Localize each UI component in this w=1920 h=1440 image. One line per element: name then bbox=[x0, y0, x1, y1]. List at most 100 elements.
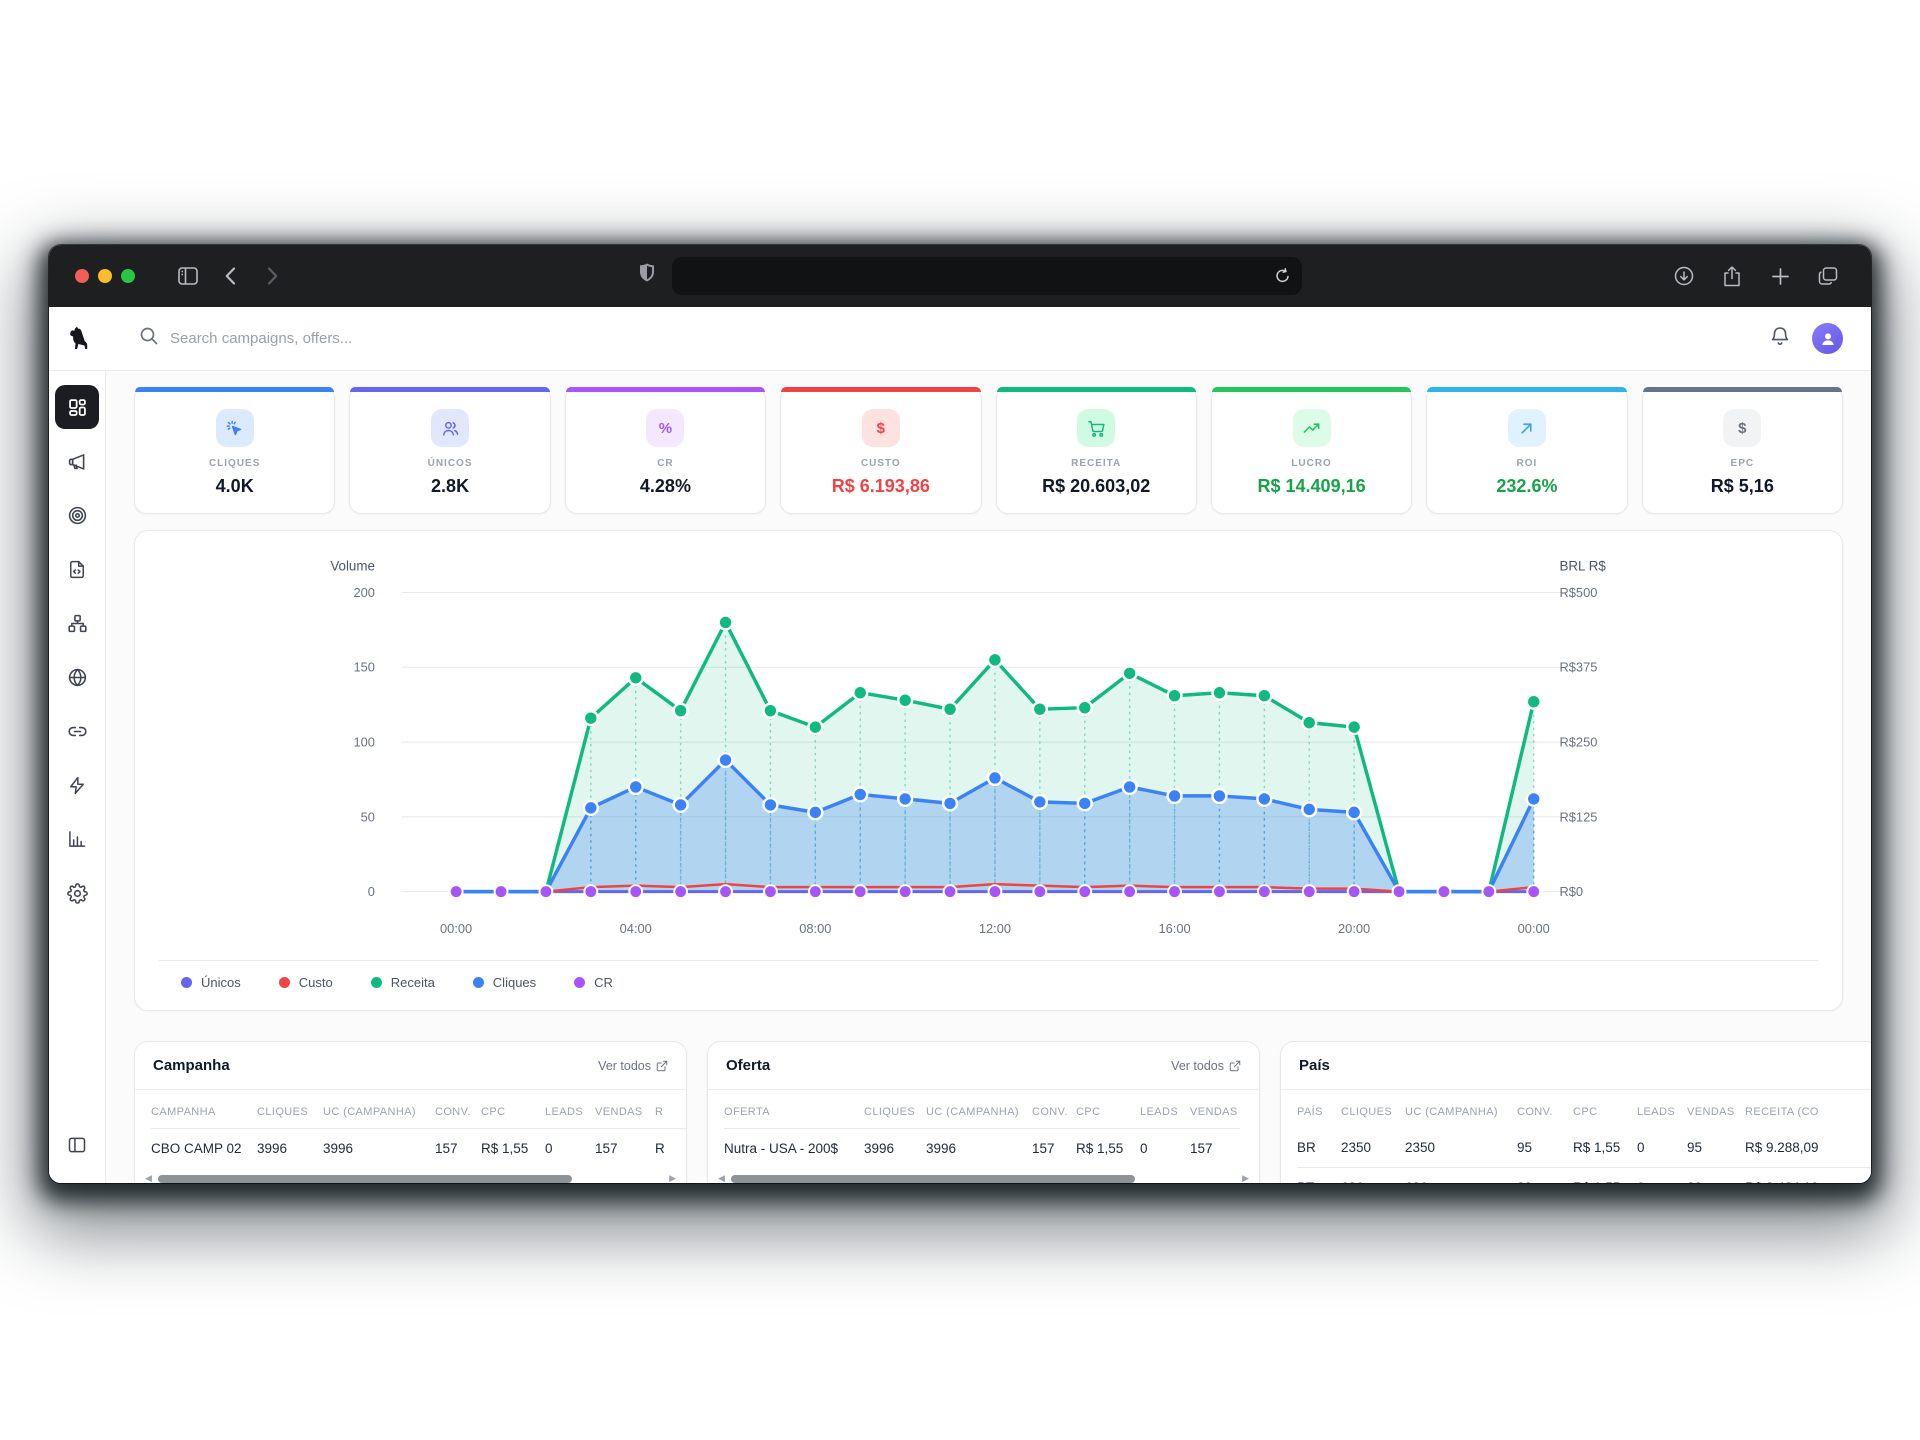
table-cell: R$ 1,55 bbox=[1573, 1128, 1637, 1168]
kpi-card-cliques: CLIQUES4.0K bbox=[134, 387, 335, 514]
kpi-card-custo: $CUSTOR$ 6.193,86 bbox=[780, 387, 981, 514]
table-cell: 3996 bbox=[926, 1129, 1032, 1169]
table-cell: 95 bbox=[1687, 1128, 1745, 1168]
forward-icon[interactable] bbox=[255, 261, 289, 291]
avatar[interactable] bbox=[1812, 323, 1843, 354]
cart-icon bbox=[1077, 409, 1115, 447]
sidebar-item-sitemap[interactable] bbox=[55, 601, 99, 645]
share-icon[interactable] bbox=[1715, 261, 1749, 291]
pais-table-title: País bbox=[1299, 1057, 1330, 1074]
horizontal-scrollbar[interactable]: ◀▶ bbox=[135, 1168, 686, 1183]
external-link-icon bbox=[656, 1060, 668, 1072]
legend-dot bbox=[279, 977, 290, 988]
tables-row: CampanhaVer todosCAMPANHACLIQUESUC (CAMP… bbox=[134, 1041, 1843, 1183]
dog-logo[interactable] bbox=[49, 326, 106, 352]
new-tab-icon[interactable] bbox=[1763, 261, 1797, 291]
sidebar-item-target[interactable] bbox=[55, 493, 99, 537]
users-icon bbox=[431, 409, 469, 447]
svg-text:100: 100 bbox=[353, 735, 374, 750]
sidebar-item-file-code[interactable] bbox=[55, 547, 99, 591]
table-cell: R bbox=[655, 1129, 686, 1169]
column-header: VENDAS bbox=[1687, 1094, 1745, 1128]
table-row[interactable]: CBO CAMP 0239963996157R$ 1,550157R bbox=[151, 1129, 686, 1169]
kpi-label: LUCRO bbox=[1222, 458, 1401, 469]
oferta-ver-todos-link[interactable]: Ver todos bbox=[1171, 1059, 1241, 1073]
sidebar-item-zap[interactable] bbox=[55, 763, 99, 807]
bar-chart-icon bbox=[67, 829, 87, 849]
table-cell: 2350 bbox=[1405, 1128, 1517, 1168]
pais-table: PAÍSCLIQUESUC (CAMPANHA)CONV.CPCLEADSVEN… bbox=[1297, 1094, 1871, 1183]
sidebar-toggle-icon[interactable] bbox=[171, 261, 205, 291]
bell-icon[interactable] bbox=[1770, 326, 1790, 352]
scroll-right-arrow[interactable]: ▶ bbox=[669, 1174, 676, 1183]
horizontal-scrollbar[interactable]: ◀▶ bbox=[708, 1168, 1259, 1183]
external-link-icon bbox=[1229, 1060, 1241, 1072]
table-row[interactable]: Nutra - USA - 200$39963996157R$ 1,550157 bbox=[724, 1129, 1240, 1169]
scrollbar-track[interactable] bbox=[158, 1175, 663, 1183]
legend-item-únicos[interactable]: Únicos bbox=[181, 975, 241, 990]
legend-item-cr[interactable]: CR bbox=[574, 975, 613, 990]
scrollbar-thumb[interactable] bbox=[731, 1175, 1135, 1183]
svg-text:Volume: Volume bbox=[330, 559, 375, 574]
reload-icon[interactable] bbox=[1275, 261, 1290, 291]
table-cell: CBO CAMP 02 bbox=[151, 1129, 257, 1169]
table-cell: R$ 1,55 bbox=[481, 1129, 545, 1169]
cursor-click-icon bbox=[216, 409, 254, 447]
privacy-shield-icon[interactable] bbox=[630, 257, 664, 287]
kpi-card-roi: ROI232.6% bbox=[1426, 387, 1627, 514]
kpi-value: R$ 20.603,02 bbox=[1007, 476, 1186, 497]
ver-todos-label: Ver todos bbox=[1171, 1059, 1224, 1073]
table-cell: R$ 1,55 bbox=[1573, 1168, 1637, 1184]
svg-text:R$0: R$0 bbox=[1559, 884, 1583, 899]
sidebar-item-megaphone[interactable] bbox=[55, 439, 99, 483]
zoom-window-button[interactable] bbox=[121, 269, 135, 283]
legend-item-custo[interactable]: Custo bbox=[279, 975, 333, 990]
app-sidebar bbox=[49, 371, 106, 1183]
svg-text:12:00: 12:00 bbox=[979, 921, 1011, 936]
table-row[interactable]: BR2350235095R$ 1,55095R$ 9.288,09 bbox=[1297, 1128, 1871, 1168]
column-header: CAMPANHA bbox=[151, 1094, 257, 1129]
legend-dot bbox=[473, 977, 484, 988]
svg-text:00:00: 00:00 bbox=[1518, 921, 1550, 936]
campanha-table: CAMPANHACLIQUESUC (CAMPANHA)CONV.CPCLEAD… bbox=[151, 1094, 686, 1168]
scroll-left-arrow[interactable]: ◀ bbox=[718, 1174, 725, 1183]
search-icon bbox=[140, 327, 158, 350]
legend-item-receita[interactable]: Receita bbox=[371, 975, 435, 990]
back-icon[interactable] bbox=[213, 261, 247, 291]
table-cell: Nutra - USA - 200$ bbox=[724, 1129, 864, 1169]
column-header: CONV. bbox=[435, 1094, 481, 1129]
legend-dot bbox=[181, 977, 192, 988]
tab-overview-icon[interactable] bbox=[1811, 261, 1845, 291]
legend-label: Receita bbox=[391, 975, 435, 990]
sidebar-collapse-button[interactable] bbox=[55, 1123, 99, 1167]
legend-dot bbox=[574, 977, 585, 988]
scroll-left-arrow[interactable]: ◀ bbox=[145, 1174, 152, 1183]
legend-item-cliques[interactable]: Cliques bbox=[473, 975, 536, 990]
kpi-value: 4.0K bbox=[145, 476, 324, 497]
scrollbar-track[interactable] bbox=[731, 1175, 1236, 1183]
minimize-window-button[interactable] bbox=[98, 269, 112, 283]
sidebar-item-gear[interactable] bbox=[55, 871, 99, 915]
table-cell: 3996 bbox=[323, 1129, 435, 1169]
scroll-right-arrow[interactable]: ▶ bbox=[1242, 1174, 1249, 1183]
search-input[interactable] bbox=[170, 330, 590, 347]
sidebar-item-bar-chart[interactable] bbox=[55, 817, 99, 861]
sidebar-item-dashboard-grid[interactable] bbox=[55, 385, 99, 429]
close-window-button[interactable] bbox=[75, 269, 89, 283]
sidebar-item-globe[interactable] bbox=[55, 655, 99, 699]
column-header: CPC bbox=[1573, 1094, 1637, 1128]
scrollbar-thumb[interactable] bbox=[158, 1175, 572, 1183]
kpi-card-únicos: ÚNICOS2.8K bbox=[349, 387, 550, 514]
column-header: UC (CAMPANHA) bbox=[1405, 1094, 1517, 1128]
sidebar-item-link[interactable] bbox=[55, 709, 99, 753]
target-icon bbox=[67, 505, 88, 526]
table-row[interactable]: PT63663620R$ 1,55020R$ 3.484,10 bbox=[1297, 1168, 1871, 1184]
download-icon[interactable] bbox=[1667, 261, 1701, 291]
svg-text:R$500: R$500 bbox=[1559, 585, 1597, 600]
table-cell: 157 bbox=[1190, 1129, 1240, 1169]
table-cell: 636 bbox=[1341, 1168, 1405, 1184]
kpi-row: CLIQUES4.0KÚNICOS2.8K%CR4.28%$CUSTOR$ 6.… bbox=[134, 387, 1843, 514]
url-bar[interactable] bbox=[672, 257, 1302, 295]
campanha-ver-todos-link[interactable]: Ver todos bbox=[598, 1059, 668, 1073]
browser-toolbar bbox=[49, 245, 1871, 307]
